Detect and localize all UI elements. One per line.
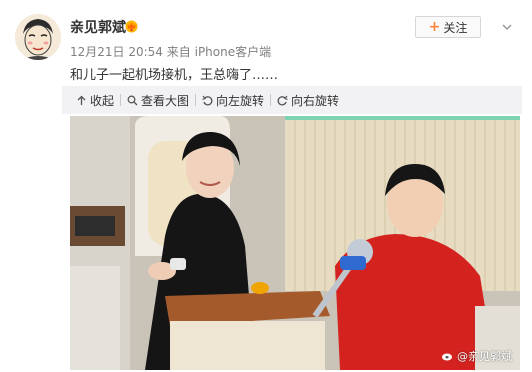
magnifier-icon	[127, 95, 138, 105]
rotate-left-button[interactable]: 向左旋转	[196, 86, 270, 114]
image-toolbar: 收起 查看大图 向左旋转 向右旋转	[62, 86, 522, 114]
username[interactable]: 亲见郭斌	[70, 17, 126, 37]
rotate-right-icon	[277, 95, 288, 105]
follow-label: 关注	[443, 20, 468, 35]
rotate-left-icon	[202, 95, 213, 105]
follow-button[interactable]: + 关注	[415, 16, 481, 38]
post-source[interactable]: iPhone客户端	[195, 45, 272, 59]
post-text: 和儿子一起机场接机，王总嗨了……	[70, 68, 279, 83]
rotate-right-label: 向右旋转	[291, 93, 340, 108]
collapse-button[interactable]: 收起	[70, 86, 120, 114]
collapse-label: 收起	[90, 93, 115, 108]
chevron-down-icon[interactable]	[500, 20, 514, 34]
view-large-label: 查看大图	[141, 93, 190, 108]
arrow-up-icon	[77, 95, 86, 105]
rotate-right-button[interactable]: 向右旋转	[271, 86, 345, 114]
post-timestamp[interactable]: 12月21日 20:54	[70, 45, 163, 59]
weibo-logo-icon	[442, 353, 452, 361]
post-source-prefix: 来自	[166, 45, 191, 59]
plus-icon: +	[428, 19, 441, 35]
photo-watermark: @亲见郭斌	[442, 348, 512, 364]
post-photo[interactable]: @亲见郭斌	[70, 116, 520, 370]
view-large-button[interactable]: 查看大图	[121, 86, 195, 114]
photo-illustration	[70, 116, 520, 370]
vip-crown-icon	[125, 20, 138, 33]
rotate-left-label: 向左旋转	[216, 93, 265, 108]
avatar[interactable]	[15, 14, 61, 60]
watermark-text: @亲见郭斌	[457, 350, 512, 363]
post-meta: 12月21日 20:54 来自 iPhone客户端	[70, 43, 271, 60]
